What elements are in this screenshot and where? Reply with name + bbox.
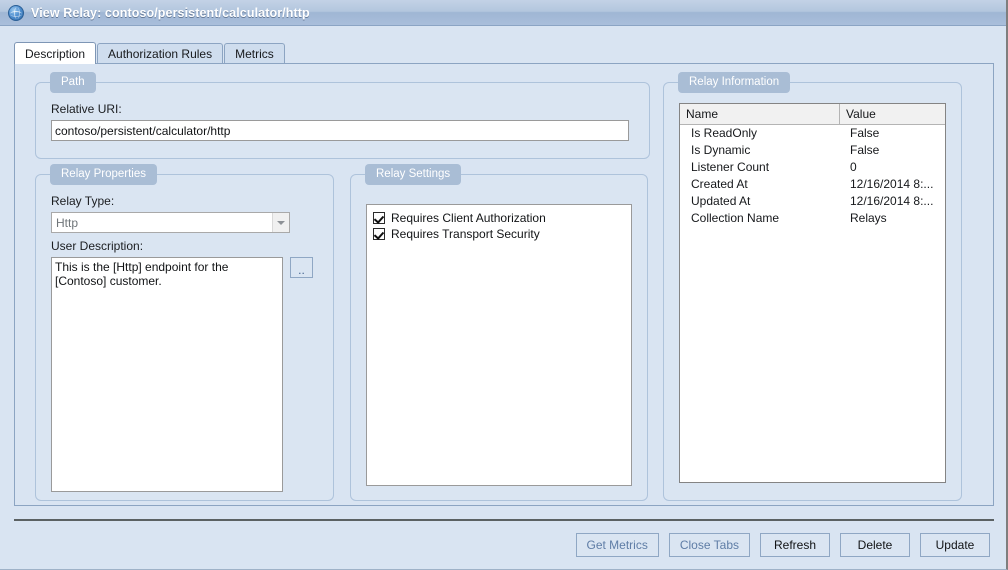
grid-cell-name: Is Dynamic: [691, 143, 751, 157]
close-tabs-button[interactable]: Close Tabs: [668, 532, 750, 557]
relay-settings-checklist[interactable]: Requires Client Authorization Requires T…: [366, 204, 632, 486]
relay-properties-group-legend: Relay Properties: [50, 164, 158, 185]
relay-viewer-window: View Relay: contoso/persistent/calculato…: [0, 0, 1008, 570]
window-titlebar: View Relay: contoso/persistent/calculato…: [0, 0, 1006, 26]
relative-uri-input[interactable]: [51, 120, 629, 141]
grid-cell-name: Updated At: [691, 194, 751, 208]
user-description-label: User Description:: [51, 239, 144, 253]
relay-information-group: Relay Information Name Value Is ReadOnly…: [663, 72, 962, 501]
chevron-down-icon[interactable]: [272, 213, 289, 232]
refresh-button[interactable]: Refresh: [760, 532, 830, 557]
grid-cell-value: False: [850, 126, 880, 140]
grid-cell-value: 0: [850, 160, 857, 174]
globe-icon: [8, 4, 24, 21]
grid-cell-value: 12/16/2014 8:...: [850, 194, 934, 208]
relay-type-value: Http: [56, 215, 79, 230]
relay-information-group-legend: Relay Information: [678, 72, 791, 93]
tab-metrics[interactable]: Metrics: [224, 43, 285, 64]
grid-cell-name: Is ReadOnly: [691, 126, 758, 140]
tab-authorization-rules[interactable]: Authorization Rules: [97, 43, 224, 64]
footer-button-bar: Get Metrics Close Tabs Refresh Delete Up…: [0, 521, 1006, 568]
checkbox-requires-transport-security[interactable]: [373, 228, 385, 240]
table-row[interactable]: Updated At 12/16/2014 8:...: [680, 193, 945, 210]
relay-type-label: Relay Type:: [51, 194, 115, 208]
grid-cell-value: 12/16/2014 8:...: [850, 177, 934, 191]
user-description-textarea[interactable]: [51, 257, 283, 492]
table-row[interactable]: Is Dynamic False: [680, 142, 945, 159]
checkbox-label-requires-client-authorization: Requires Client Authorization: [391, 211, 546, 225]
path-group: Path Relative URI:: [35, 72, 650, 159]
relay-information-grid[interactable]: Name Value Is ReadOnly False Is Dynamic …: [679, 103, 946, 483]
update-button[interactable]: Update: [920, 532, 990, 557]
checkbox-row-requires-client-authorization[interactable]: Requires Client Authorization: [373, 210, 631, 226]
grid-cell-name: Created At: [691, 177, 748, 191]
grid-column-header-name[interactable]: Name: [680, 104, 840, 124]
user-description-browse-button[interactable]: ..: [290, 257, 313, 278]
tab-description[interactable]: Description: [14, 42, 97, 64]
path-group-legend: Path: [50, 72, 96, 93]
checkbox-row-requires-transport-security[interactable]: Requires Transport Security: [373, 226, 631, 242]
grid-cell-value: False: [850, 143, 880, 157]
grid-header-row: Name Value: [680, 104, 945, 125]
get-metrics-button[interactable]: Get Metrics: [575, 532, 659, 557]
relative-uri-label: Relative URI:: [51, 102, 122, 116]
window-title: View Relay: contoso/persistent/calculato…: [31, 5, 310, 20]
table-row[interactable]: Collection Name Relays: [680, 210, 945, 227]
relay-settings-group: Relay Settings Requires Client Authoriza…: [350, 164, 648, 501]
delete-button[interactable]: Delete: [840, 532, 910, 557]
grid-cell-name: Collection Name: [691, 211, 780, 225]
grid-cell-name: Listener Count: [691, 160, 770, 174]
relay-type-dropdown[interactable]: Http: [51, 212, 290, 233]
table-row[interactable]: Is ReadOnly False: [680, 125, 945, 142]
table-row[interactable]: Listener Count 0: [680, 159, 945, 176]
relay-settings-group-legend: Relay Settings: [365, 164, 462, 185]
checkbox-requires-client-authorization[interactable]: [373, 212, 385, 224]
tab-panel-description: Path Relative URI: Relay Properties Rela…: [14, 63, 994, 506]
table-row[interactable]: Created At 12/16/2014 8:...: [680, 176, 945, 193]
tab-strip: Description Authorization Rules Metrics: [14, 42, 994, 64]
relay-properties-group: Relay Properties Relay Type: Http User D…: [35, 164, 334, 501]
checkbox-label-requires-transport-security: Requires Transport Security: [391, 227, 540, 241]
grid-column-header-value[interactable]: Value: [840, 104, 945, 124]
grid-cell-value: Relays: [850, 211, 887, 225]
